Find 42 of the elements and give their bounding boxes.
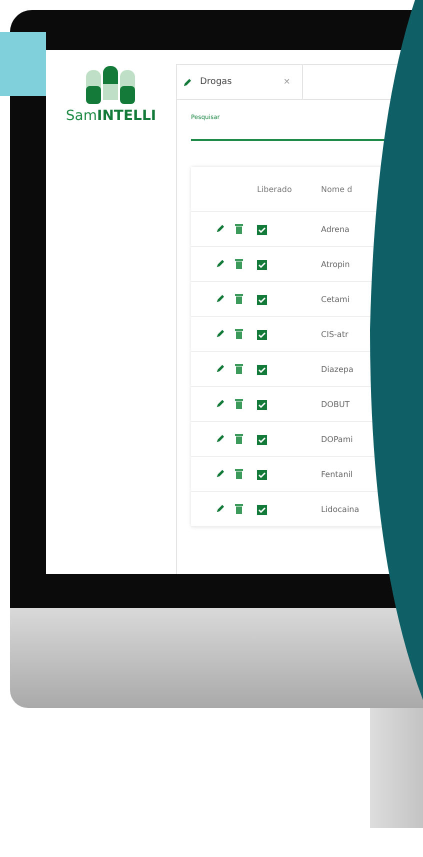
checkbox[interactable]: [257, 470, 267, 480]
table-cell-text: Cetami: [320, 294, 351, 304]
logo-text: SamINTELLI: [66, 108, 156, 124]
trash-icon[interactable]: [235, 329, 243, 339]
pencil-icon[interactable]: [216, 364, 225, 373]
decor-band: [0, 32, 46, 96]
column-header: Liberado: [256, 184, 293, 194]
pencil-icon[interactable]: [216, 224, 225, 233]
checkbox[interactable]: [257, 400, 267, 410]
trash-icon[interactable]: [235, 259, 243, 269]
checkbox[interactable]: [257, 260, 267, 270]
table-cell-text: DOPami: [320, 434, 354, 444]
pencil-icon[interactable]: [216, 504, 225, 513]
table-cell-text: Lidocaina: [320, 504, 360, 514]
pencil-icon[interactable]: [216, 469, 225, 478]
table-cell-text: Diazepa: [320, 364, 354, 374]
pencil-icon[interactable]: [216, 259, 225, 268]
trash-icon[interactable]: [235, 469, 243, 479]
table-cell-text: Fentanil: [320, 470, 354, 478]
trash-icon[interactable]: [235, 399, 243, 409]
pencil-icon[interactable]: [216, 329, 225, 338]
trash-icon[interactable]: [235, 224, 243, 234]
column-header: Nome d: [320, 184, 354, 194]
checkbox[interactable]: [257, 364, 267, 374]
pencil-icon[interactable]: [183, 78, 192, 86]
checkbox[interactable]: [257, 224, 267, 234]
pencil-icon[interactable]: [216, 434, 225, 443]
pencil-icon[interactable]: [216, 294, 225, 303]
checkbox[interactable]: [257, 330, 267, 340]
checkbox[interactable]: [257, 504, 267, 514]
logo-icon: [86, 66, 136, 106]
table-cell-text: Atropin: [320, 260, 351, 268]
trash-icon[interactable]: [235, 364, 243, 374]
trash-icon[interactable]: [235, 434, 243, 444]
checkbox[interactable]: [257, 434, 267, 444]
trash-icon[interactable]: [235, 504, 243, 514]
trash-icon[interactable]: [235, 294, 243, 304]
checkbox[interactable]: [257, 294, 267, 304]
table-cell-text: Adrena: [320, 224, 350, 234]
pencil-icon[interactable]: [216, 399, 225, 408]
table-cell-text: CIS-atr: [320, 330, 350, 338]
table-cell-text: DOBUT: [320, 400, 351, 408]
